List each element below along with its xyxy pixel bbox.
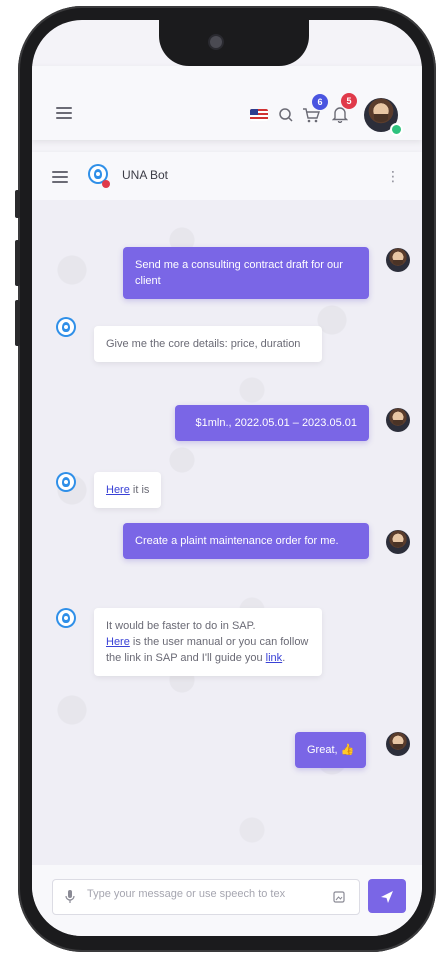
user-message-avatar [386, 732, 410, 756]
message-text: it is [129, 484, 150, 496]
bot-name: UNA Bot [122, 168, 169, 182]
message-text: Create a plaint maintenance order for me… [135, 535, 339, 547]
bot-message: It would be faster to do in SAP. Here is… [94, 608, 322, 676]
bot-message: Give me the core details: price, duratio… [94, 326, 322, 362]
send-button[interactable] [368, 879, 406, 913]
chat-menu-icon[interactable] [52, 171, 68, 183]
chat-header: UNA Bot ⋮ [32, 152, 422, 200]
message-text: Send me a consulting contract draft for … [135, 259, 343, 287]
cart-badge: 6 [312, 94, 328, 110]
more-options-icon[interactable]: ⋮ [386, 168, 400, 185]
message-input[interactable] [87, 888, 323, 900]
chat-messages: Send me a consulting contract draft for … [32, 200, 422, 865]
attachment-icon[interactable] [333, 890, 345, 908]
cart-icon[interactable] [302, 107, 320, 127]
user-message-avatar [386, 248, 410, 272]
bell-icon[interactable] [331, 106, 349, 127]
front-camera [210, 36, 222, 48]
bot-message-icon [56, 317, 76, 337]
phone-side-button [15, 240, 20, 286]
message-input-box [52, 879, 360, 915]
message-composer [32, 865, 422, 936]
sap-link[interactable]: link [266, 652, 283, 664]
phone-side-button [15, 190, 20, 218]
here-link[interactable]: Here [106, 484, 130, 496]
thumbs-up-emoji: 👍 [340, 744, 355, 756]
user-message: Send me a consulting contract draft for … [123, 247, 369, 299]
message-text: . [282, 652, 286, 664]
us-flag-icon[interactable] [250, 109, 268, 121]
send-icon [381, 891, 393, 904]
message-text: $1mln., 2022.05.01 – 2023.05.01 [195, 417, 357, 429]
phone-screen: 6 5 UNA Bot ⋮ Send me a consulting contr… [32, 20, 422, 936]
phone-side-button [15, 300, 20, 346]
bot-message-icon [56, 472, 76, 492]
message-text: Give me the core details: price, duratio… [106, 338, 301, 350]
phone-notch [159, 20, 309, 66]
bot-status-dot [102, 180, 110, 188]
bot-message: Here it is [94, 472, 162, 508]
user-message-avatar [386, 408, 410, 432]
user-message: $1mln., 2022.05.01 – 2023.05.01 [175, 405, 369, 441]
menu-icon[interactable] [56, 107, 72, 119]
user-message-avatar [386, 530, 410, 554]
app-topbar: 6 5 [32, 66, 422, 140]
user-manual-link[interactable]: Here [106, 636, 130, 648]
bot-message-icon [56, 608, 76, 628]
notifications-badge: 5 [341, 93, 357, 109]
microphone-icon[interactable] [65, 889, 75, 910]
user-message: Great, 👍 [295, 732, 367, 768]
message-text: Great, [307, 744, 338, 756]
message-text: It would be faster to do in SAP. [106, 620, 256, 632]
online-status-dot [390, 123, 403, 136]
user-message: Create a plaint maintenance order for me… [123, 523, 369, 559]
search-icon[interactable] [278, 107, 294, 127]
